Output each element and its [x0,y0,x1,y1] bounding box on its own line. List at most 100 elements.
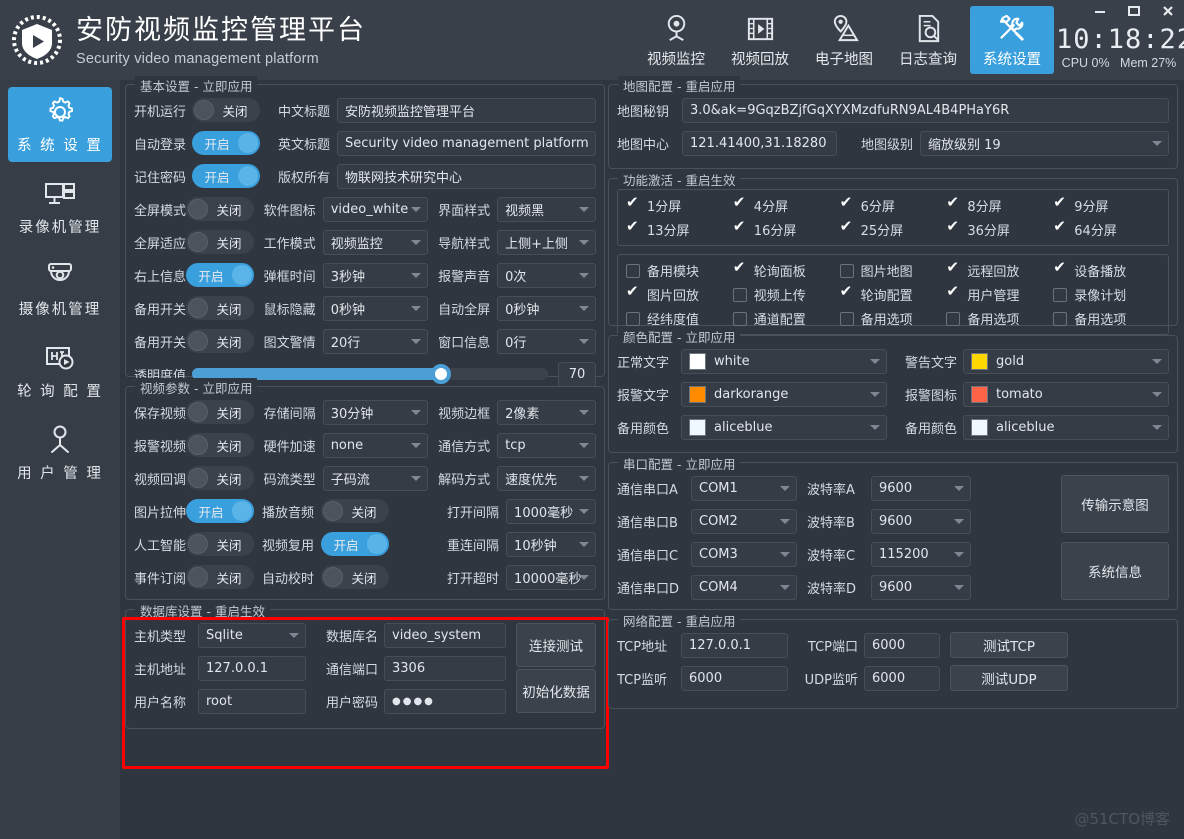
input-tcp-addr[interactable]: 127.0.0.1 [681,633,788,658]
minimize-button[interactable] [1090,2,1110,20]
toggle-save-video[interactable]: 关闭 [186,400,254,424]
transmission-diagram-button[interactable]: 传输示意图 [1061,475,1169,533]
nav-item-system-settings[interactable]: 系统设置 [970,6,1054,74]
module-option[interactable]: 备用选项 [1053,309,1160,328]
input-udp-listen[interactable]: 6000 [864,666,940,691]
toggle-topright-info[interactable]: 开启 [186,263,254,287]
select-comm-mode[interactable]: tcp [497,433,596,458]
color-select[interactable]: white [681,349,887,374]
input-en-title[interactable]: Security video management platform [337,131,596,156]
module-option[interactable]: 图片地图 [840,261,947,280]
toggle-spare-switch-1[interactable]: 关闭 [186,296,254,320]
nav-item-video-playback[interactable]: 视频回放 [718,6,802,74]
test-tcp-button[interactable]: 测试TCP [950,632,1068,658]
select-video-border[interactable]: 2像素 [497,400,596,425]
select-store-interval[interactable]: 30分钟 [323,400,429,425]
color-select[interactable]: aliceblue [963,415,1169,440]
module-option[interactable]: 通道配置 [733,309,840,328]
toggle-video-reuse[interactable]: 开启 [321,532,389,556]
module-option[interactable]: 备用选项 [946,309,1053,328]
opacity-value[interactable]: 70 [558,362,596,387]
screen-split-option[interactable]: 9分屏 [1053,196,1160,215]
select-work-mode[interactable]: 视频监控 [323,230,429,255]
maximize-button[interactable] [1124,2,1144,20]
select-decode-mode[interactable]: 速度优先 [497,466,596,491]
toggle-fullscreen-mode[interactable]: 关闭 [186,197,254,221]
module-option[interactable]: 设备播放 [1053,261,1160,280]
serial-port-select[interactable]: COM1 [691,476,797,501]
toggle-auto-time-sync[interactable]: 关闭 [321,565,389,589]
input-db-password[interactable]: ●●●● [384,689,506,714]
toggle-event-subscribe[interactable]: 关闭 [186,565,254,589]
nav-item-video-monitor[interactable]: 视频监控 [634,6,718,74]
sidebar-item-system-settings[interactable]: 系 统 设 置 [8,87,112,162]
serial-port-select[interactable]: COM3 [691,542,797,567]
select-alarm-sound[interactable]: 0次 [497,263,596,288]
input-tcp-listen[interactable]: 6000 [681,666,788,691]
input-copyright[interactable]: 物联网技术研究中心 [337,164,596,189]
select-open-interval[interactable]: 1000毫秒 [506,499,596,524]
baud-rate-select[interactable]: 9600 [871,575,971,600]
screen-split-option[interactable]: 64分屏 [1053,220,1160,239]
select-hw-accel[interactable]: none [323,433,429,458]
baud-rate-select[interactable]: 9600 [871,476,971,501]
screen-split-option[interactable]: 36分屏 [946,220,1053,239]
init-data-button[interactable]: 初始化数据 [516,669,596,713]
select-open-timeout[interactable]: 10000毫秒 [506,565,596,590]
module-option[interactable]: 经纬度值 [626,309,733,328]
select-ui-style[interactable]: 视频黑 [497,197,596,222]
toggle-alarm-video[interactable]: 关闭 [186,433,254,457]
sidebar-item-polling-config[interactable]: 轮 询 配 置 [8,333,112,408]
module-option[interactable]: 远程回放 [946,261,1053,280]
screen-split-option[interactable]: 16分屏 [733,220,840,239]
select-map-level[interactable]: 缩放级别 19 [920,131,1169,156]
sidebar-item-nvr-management[interactable]: 录像机管理 [8,169,112,244]
select-auto-fullscreen[interactable]: 0秒钟 [497,296,596,321]
toggle-video-callback[interactable]: 关闭 [186,466,254,490]
select-mouse-hide[interactable]: 0秒钟 [323,296,429,321]
color-select[interactable]: aliceblue [681,415,887,440]
screen-split-option[interactable]: 8分屏 [946,196,1053,215]
select-window-info[interactable]: 0行 [497,329,596,354]
module-option[interactable]: 轮询面板 [733,261,840,280]
screen-split-option[interactable]: 6分屏 [840,196,947,215]
input-map-center[interactable]: 121.41400,31.18280 [682,131,837,156]
input-map-key[interactable]: 3.0&ak=9GqzBZjfGqXYXMzdfuRN9AL4B4PHaY6R [682,98,1169,123]
toggle-image-stretch[interactable]: 开启 [186,499,254,523]
nav-item-emap[interactable]: 电子地图 [802,6,886,74]
module-option[interactable]: 视频上传 [733,285,840,304]
color-select[interactable]: darkorange [681,382,887,407]
select-software-icon[interactable]: video_white [323,197,429,222]
select-nav-style[interactable]: 上侧+上侧 [497,230,596,255]
input-tcp-port[interactable]: 6000 [864,633,940,658]
toggle-remember-password[interactable]: 开启 [192,164,260,188]
input-db-user[interactable]: root [198,689,306,714]
sidebar-item-user-management[interactable]: 用 户 管 理 [8,415,112,490]
toggle-ai[interactable]: 关闭 [186,532,254,556]
select-stream-type[interactable]: 子码流 [323,466,429,491]
toggle-spare-switch-2[interactable]: 关闭 [186,329,254,353]
module-option[interactable]: 备用选项 [840,309,947,328]
color-select[interactable]: gold [963,349,1169,374]
input-db-name[interactable]: video_system [384,623,506,648]
select-text-alarm[interactable]: 20行 [323,329,429,354]
screen-split-option[interactable]: 25分屏 [840,220,947,239]
select-host-type[interactable]: Sqlite [198,623,306,648]
toggle-play-audio[interactable]: 关闭 [321,499,389,523]
close-button[interactable] [1158,2,1178,20]
screen-split-option[interactable]: 4分屏 [733,196,840,215]
toggle-fullscreen-fit[interactable]: 关闭 [186,230,254,254]
select-reconnect-interval[interactable]: 10秒钟 [506,532,596,557]
nav-item-log-query[interactable]: 日志查询 [886,6,970,74]
connection-test-button[interactable]: 连接测试 [516,623,596,667]
input-db-port[interactable]: 3306 [384,656,506,681]
color-select[interactable]: tomato [963,382,1169,407]
opacity-slider-handle[interactable] [431,364,451,384]
module-option[interactable]: 录像计划 [1053,285,1160,304]
module-option[interactable]: 用户管理 [946,285,1053,304]
module-option[interactable]: 图片回放 [626,285,733,304]
toggle-auto-login[interactable]: 开启 [192,131,260,155]
toggle-boot-run[interactable]: 关闭 [192,98,260,122]
serial-port-select[interactable]: COM2 [691,509,797,534]
baud-rate-select[interactable]: 115200 [871,542,971,567]
